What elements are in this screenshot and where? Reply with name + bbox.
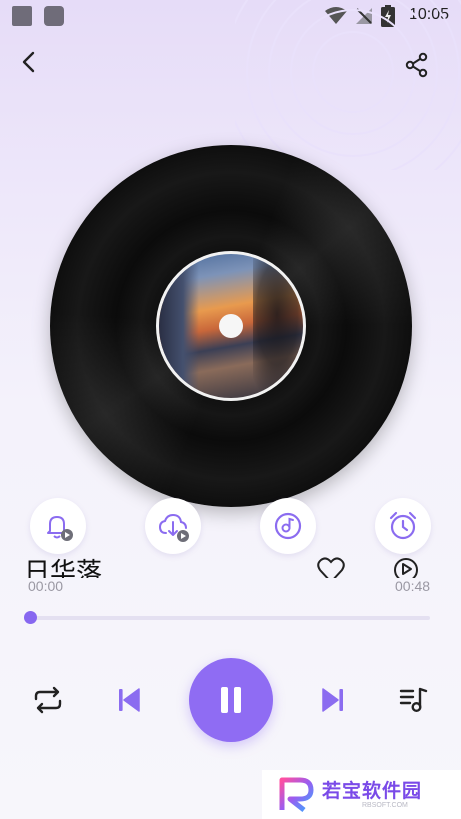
watermark-text: 若宝软件园	[322, 780, 423, 802]
share-button[interactable]	[403, 51, 431, 79]
bell-play-icon	[47, 516, 73, 541]
pause-button[interactable]	[189, 658, 273, 742]
timer-button[interactable]	[375, 498, 431, 554]
repeat-icon	[34, 686, 62, 714]
notification-icon	[12, 6, 32, 26]
heart-icon	[317, 557, 345, 578]
notification-icon-2	[44, 6, 64, 26]
playlist-icon	[399, 687, 428, 713]
back-button[interactable]	[14, 48, 44, 78]
repeat-button[interactable]	[28, 684, 68, 716]
ringtone-button[interactable]	[30, 498, 86, 554]
vinyl-record	[50, 145, 412, 507]
song-title: 日华落	[24, 558, 103, 578]
watermark: 若宝软件园 RBSOFT.COM	[262, 770, 461, 819]
skip-next-icon	[322, 688, 343, 712]
album-cover-frame	[159, 254, 199, 398]
download-button[interactable]	[145, 498, 201, 554]
vinyl-spindle	[219, 314, 243, 338]
watermark-logo-icon	[279, 777, 314, 812]
decorative-rings	[235, 0, 461, 170]
next-button[interactable]	[318, 684, 348, 716]
skip-previous-icon	[119, 688, 140, 712]
progress-thumb[interactable]	[24, 611, 37, 624]
cloud-download-icon	[158, 513, 189, 542]
disc-button[interactable]	[260, 498, 316, 554]
play-circle-icon	[394, 558, 418, 578]
current-time: 00:00	[28, 578, 64, 594]
share-icon	[405, 52, 428, 78]
progress-track[interactable]	[30, 616, 430, 620]
watermark-sub: RBSOFT.COM	[362, 802, 408, 809]
music-disc-icon	[274, 512, 302, 540]
playlist-button[interactable]	[398, 684, 430, 716]
pause-icon	[221, 687, 241, 713]
previous-button[interactable]	[114, 684, 144, 716]
alarm-clock-icon	[389, 511, 417, 540]
album-cover-tree	[253, 254, 303, 398]
video-button[interactable]	[392, 554, 422, 578]
favorite-button[interactable]	[316, 556, 346, 578]
total-time: 00:48	[395, 578, 431, 594]
